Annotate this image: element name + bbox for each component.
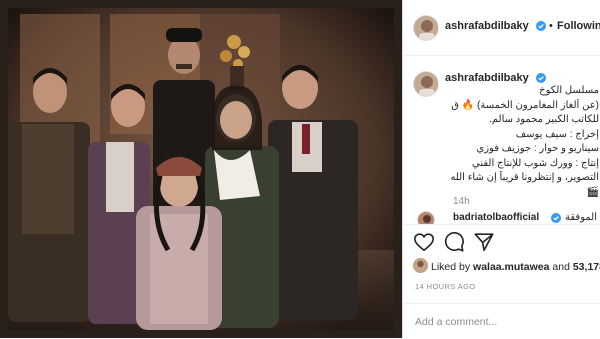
comments-section: ashrafabdilbaky مسلسل الكوخ (عن ألغاز ال… — [403, 57, 600, 224]
caption-line: (عن ألغاز المغامرون الخمسة) 🔥 ق — [451, 99, 599, 111]
post-photo[interactable] — [0, 0, 402, 338]
liker-username[interactable]: walaa.mutawea — [473, 261, 549, 273]
commenter-avatar[interactable] — [417, 211, 435, 224]
likes-prefix: Liked by — [431, 261, 474, 273]
post-caption: مسلسل الكوخ (عن ألغاز المغامرون الخمسة) … — [409, 84, 599, 200]
caption-line: سيناريو و حوار : جوزيف فوزي — [476, 143, 599, 154]
caption-line: إخراج : سيف يوسف — [515, 128, 599, 140]
caption-username[interactable]: ashrafabdilbaky — [445, 72, 529, 84]
likes-count[interactable]: 53,178 — [573, 261, 600, 273]
caption-timestamp[interactable]: 14h — [453, 196, 470, 207]
caption-line: إنتاج : وورك شوب للإنتاج الفني — [472, 157, 599, 169]
post-actions: Liked by walaa.mutawea and 53,178 14 HOU… — [403, 224, 600, 338]
post-timestamp[interactable]: 14 HOURS AGO — [415, 282, 476, 291]
likes-and: and — [549, 261, 573, 273]
comment-icon[interactable] — [443, 231, 465, 253]
caption-line: مسلسل الكوخ — [539, 85, 599, 96]
author-avatar[interactable] — [413, 15, 439, 41]
caption-line: 🎬 — [586, 186, 599, 198]
post-header: ashrafabdilbaky • Following — [403, 0, 600, 56]
liker-avatar[interactable] — [413, 258, 428, 273]
add-comment-bar — [403, 303, 600, 339]
caption-line: التصوير، و إنتظرونا قريباً إن شاء الله — [450, 172, 599, 183]
comment-input[interactable] — [413, 312, 592, 332]
likes-summary[interactable]: Liked by walaa.mutawea and 53,178 — [431, 261, 600, 273]
separator-dot: • — [549, 20, 553, 32]
author-username[interactable]: ashrafabdilbaky — [445, 20, 529, 32]
family-portrait-image — [0, 0, 402, 338]
verified-badge-icon — [536, 73, 546, 83]
heart-icon[interactable] — [413, 231, 435, 253]
post-side-panel: ashrafabdilbaky • Following ashrafabdilb… — [402, 0, 600, 338]
comment-text: الموفقة — [565, 212, 597, 223]
verified-badge-icon — [536, 21, 546, 31]
following-button[interactable]: Following — [557, 20, 600, 32]
caption-line: للكاتب الكبير محمود سالم. — [489, 114, 599, 125]
share-icon[interactable] — [473, 231, 495, 253]
commenter-username[interactable]: badriatolbaofficial — [453, 212, 539, 223]
verified-badge-icon — [551, 213, 561, 223]
